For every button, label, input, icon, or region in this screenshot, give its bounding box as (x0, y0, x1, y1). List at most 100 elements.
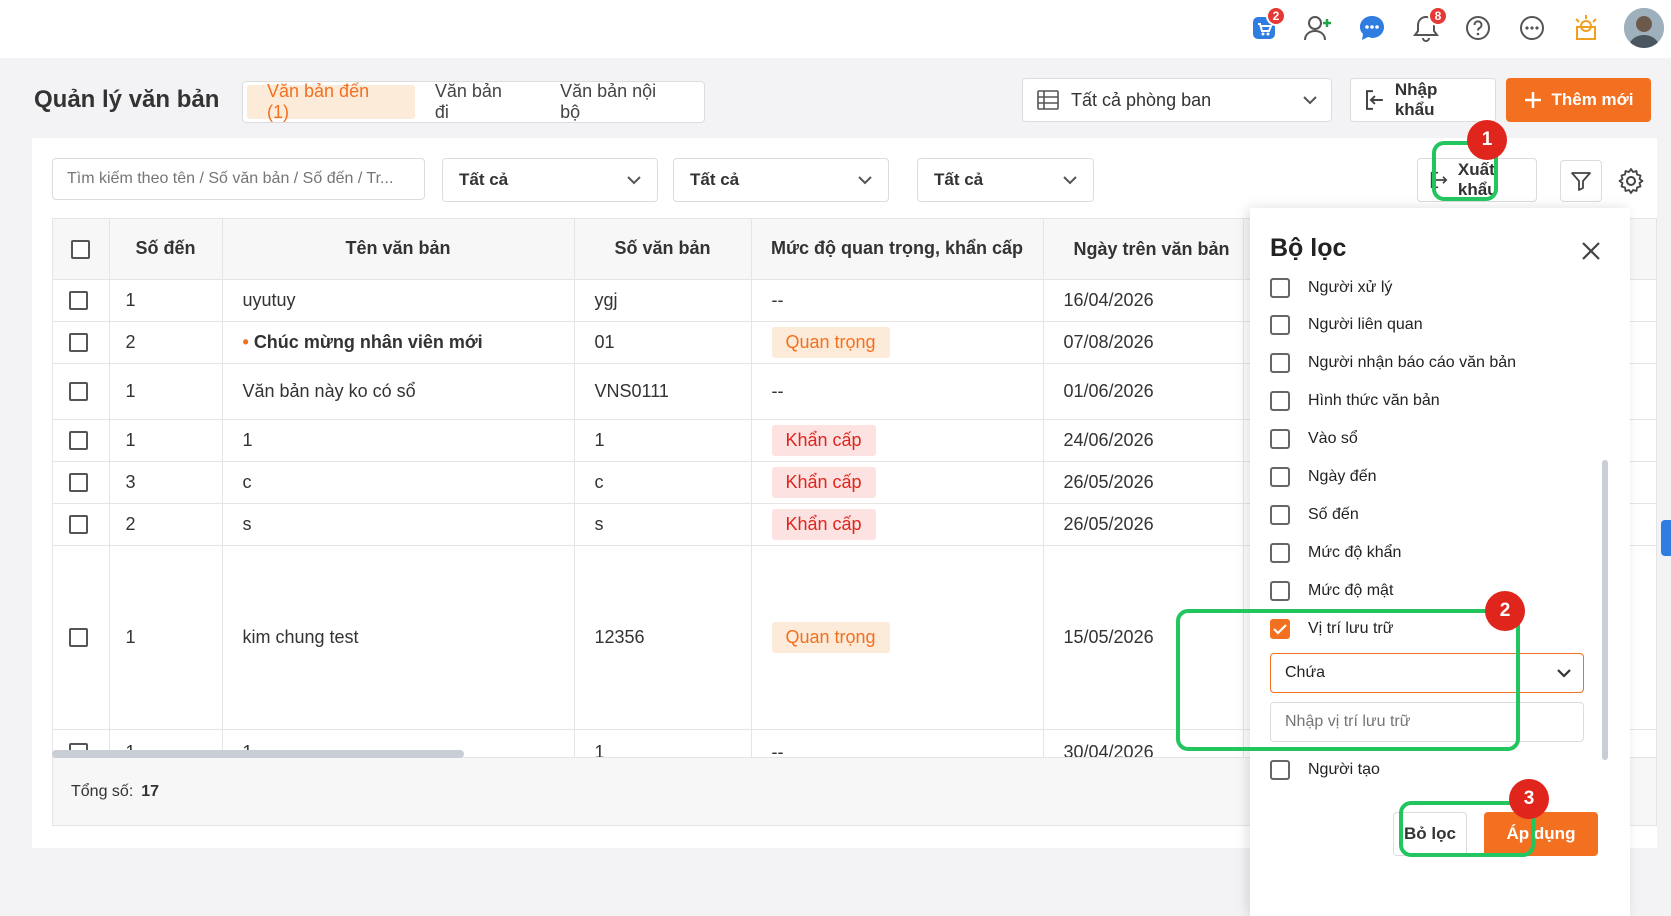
tab-outgoing[interactable]: Văn bản đi (415, 81, 540, 122)
cell-so-vb: 1 (574, 729, 752, 757)
filter-item-so-den[interactable]: Số đến (1270, 505, 1359, 525)
column-header[interactable]: Ngày trên văn bản (1043, 219, 1244, 280)
filter-checkbox[interactable] (1270, 505, 1290, 525)
cell-muc-do: -- (751, 279, 1044, 322)
cell-so-vb: s (574, 503, 752, 546)
unread-dot-icon: • (242, 331, 254, 352)
filter-item-label: Hình thức văn bản (1308, 392, 1440, 409)
filter-item-vao-so[interactable]: Vào sổ (1270, 429, 1358, 449)
filter-item-muc-do-khan[interactable]: Mức độ khẩn (1270, 543, 1401, 563)
filter-item-label: Người nhận báo cáo văn bản (1308, 354, 1517, 371)
filter-item-hinh-thuc[interactable]: Hình thức văn bản (1270, 391, 1440, 411)
filter-checkbox[interactable] (1270, 543, 1290, 563)
close-button[interactable] (1574, 234, 1608, 268)
import-button[interactable]: Nhập khẩu (1350, 78, 1496, 122)
import-label: Nhập khẩu (1394, 80, 1438, 119)
filter-dropdown-3-value: Tất cả (934, 170, 984, 189)
step-badge-2: 2 (1485, 591, 1525, 631)
cell-ten[interactable]: 1 (222, 419, 575, 462)
cell-ten[interactable]: kim chung test (222, 545, 575, 730)
row-select-cell (53, 503, 110, 546)
chat-icon[interactable] (1354, 10, 1390, 46)
cell-ngay: 07/08/2026 (1043, 321, 1244, 364)
vertical-scrollbar[interactable] (1602, 460, 1608, 760)
column-header[interactable]: Số văn bản (574, 219, 752, 280)
filter-item-nguoi-tao[interactable]: Người tạo (1270, 760, 1380, 780)
import-icon (1365, 90, 1383, 110)
filter-dropdown-2[interactable]: Tất cả (673, 158, 889, 202)
filter-checkbox[interactable] (1270, 315, 1290, 335)
filter-item-label: Người liên quan (1308, 316, 1423, 333)
filter-checkbox[interactable] (1270, 581, 1290, 601)
location-sun-icon[interactable] (1568, 10, 1604, 46)
help-icon[interactable] (1460, 10, 1496, 46)
row-checkbox[interactable] (69, 473, 88, 493)
settings-button[interactable] (1614, 164, 1648, 198)
filter-checkbox[interactable] (1270, 760, 1290, 780)
row-select-cell (53, 321, 110, 364)
filter-dropdown-1-value: Tất cả (459, 170, 509, 189)
cell-muc-do: Khẩn cấp (751, 503, 1044, 546)
filter-item-label: Mức độ khẩn (1308, 544, 1402, 561)
filter-checkbox[interactable] (1270, 429, 1290, 449)
row-checkbox[interactable] (69, 628, 88, 648)
page-title: Quản lý văn bản (34, 86, 220, 113)
row-checkbox[interactable] (69, 515, 88, 535)
filter-item-muc-do-mat[interactable]: Mức độ mật (1270, 581, 1393, 601)
filter-item-nguoi-nhan-bao-cao[interactable]: Người nhận báo cáo văn bản (1270, 353, 1516, 373)
side-drawer-tab[interactable] (1661, 520, 1671, 556)
cell-ten[interactable]: s (222, 503, 575, 546)
cell-so-vb: 1 (574, 419, 752, 462)
row-select-cell (53, 279, 110, 322)
document-tabs: Văn bản đến (1) Văn bản đi Văn bản nội b… (242, 81, 705, 123)
chevron-down-icon (1557, 668, 1571, 678)
cart-icon[interactable]: 2 (1246, 6, 1286, 46)
cell-so-vb: c (574, 461, 752, 504)
select-all-checkbox[interactable] (71, 240, 91, 259)
select-all-cell (53, 219, 110, 280)
cell-ten[interactable]: Văn bản này ko có sổ (222, 363, 575, 420)
filter-icon (1571, 172, 1591, 191)
filter-item-nguoi-xu-ly[interactable]: Người xử lý (1270, 278, 1392, 298)
priority-tag: Khẩn cấp (771, 424, 876, 456)
cell-ten[interactable]: uyutuy (222, 279, 575, 322)
filter-item-label: Vào sổ (1308, 430, 1358, 447)
total-label: Tổng số: (71, 782, 134, 800)
cell-ngay: 24/06/2026 (1043, 419, 1244, 462)
cell-so-den: 2 (109, 321, 223, 364)
filter-item-label: Ngày đến (1308, 468, 1377, 485)
cell-ten[interactable]: c (222, 461, 575, 504)
priority-tag: Quan trọng (771, 326, 890, 358)
filter-dropdown-1[interactable]: Tất cả (442, 158, 658, 202)
row-checkbox[interactable] (69, 431, 88, 451)
filter-item-ngay-den[interactable]: Ngày đến (1270, 467, 1377, 487)
add-new-button[interactable]: Thêm mới (1506, 78, 1651, 122)
more-icon[interactable] (1514, 10, 1550, 46)
column-header[interactable]: Tên văn bản (222, 219, 575, 280)
bell-icon[interactable]: 8 (1408, 6, 1448, 46)
column-header[interactable]: Mức độ quan trọng, khẩn cấp (751, 219, 1044, 280)
row-checkbox[interactable] (69, 291, 88, 311)
horizontal-scrollbar[interactable] (52, 750, 464, 758)
tab-internal[interactable]: Văn bản nội bộ (540, 81, 700, 122)
row-checkbox[interactable] (69, 382, 88, 402)
filter-checkbox[interactable] (1270, 353, 1290, 373)
priority-tag: Khẩn cấp (771, 508, 876, 540)
filter-checkbox[interactable] (1270, 391, 1290, 411)
cell-so-vb: ygj (574, 279, 752, 322)
chevron-down-icon (858, 175, 872, 184)
cell-muc-do: Quan trọng (751, 321, 1044, 364)
cell-ten[interactable]: • Chúc mừng nhân viên mới (222, 321, 575, 364)
department-select[interactable]: Tất cả phòng ban (1022, 78, 1332, 122)
filter-checkbox[interactable] (1270, 278, 1290, 298)
filter-button[interactable] (1560, 160, 1602, 202)
avatar[interactable] (1624, 8, 1664, 48)
filter-item-nguoi-lien-quan[interactable]: Người liên quan (1270, 315, 1423, 335)
add-user-icon[interactable] (1300, 10, 1336, 46)
column-header[interactable]: Số đến (109, 219, 223, 280)
filter-checkbox[interactable] (1270, 467, 1290, 487)
filter-dropdown-3[interactable]: Tất cả (917, 158, 1094, 202)
tab-incoming[interactable]: Văn bản đến (1) (247, 81, 415, 122)
row-checkbox[interactable] (69, 333, 88, 353)
search-input[interactable] (52, 158, 425, 200)
